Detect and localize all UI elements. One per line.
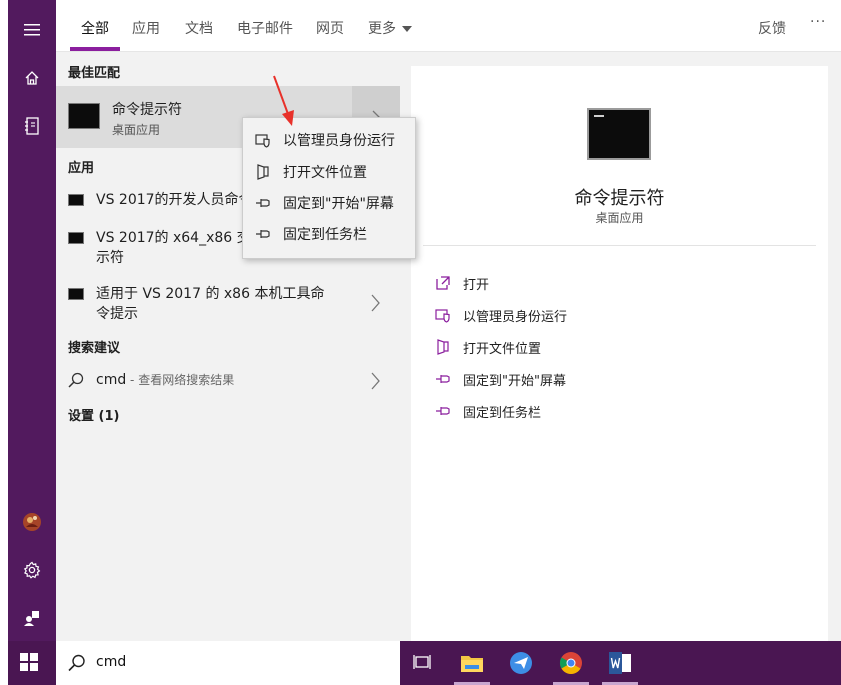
command-prompt-icon	[68, 103, 100, 129]
tab-web[interactable]: 网页	[316, 18, 344, 38]
best-match-title: 命令提示符	[112, 102, 182, 118]
mail-app-button[interactable]	[505, 647, 537, 679]
context-menu: 以管理员身份运行 打开文件位置 固定到"开始"屏幕 固定到任务栏	[242, 117, 416, 259]
suggestion-hint: - 查看网络搜索结果	[126, 373, 235, 387]
home-icon[interactable]	[8, 58, 56, 98]
pin-to-start-label: 固定到"开始"屏幕	[463, 373, 566, 389]
context-open-file-location[interactable]: 打开文件位置	[243, 157, 415, 187]
tab-apps[interactable]: 应用	[132, 18, 160, 38]
shield-icon	[435, 309, 450, 323]
pin-to-taskbar-action[interactable]: 固定到任务栏	[435, 401, 541, 421]
pin-icon	[436, 407, 450, 415]
annotation-arrow-icon	[273, 75, 294, 126]
run-as-admin-label: 以管理员身份运行	[463, 309, 568, 325]
best-match-subtitle: 桌面应用	[112, 123, 161, 137]
chevron-right-icon[interactable]	[368, 293, 382, 313]
best-match-header: 最佳匹配	[68, 66, 121, 81]
paper-plane-icon	[510, 652, 532, 674]
more-options-button[interactable]: ···	[810, 14, 826, 30]
search-suggestions-header: 搜索建议	[68, 341, 121, 356]
app-label: 适用于 VS 2017 的 x86 本机工具命令提示	[96, 286, 325, 322]
pin-icon	[255, 226, 271, 242]
hamburger-menu-icon[interactable]	[8, 10, 56, 50]
pin-to-taskbar-label: 固定到任务栏	[463, 405, 542, 421]
command-prompt-large-icon	[587, 108, 651, 160]
context-pin-to-taskbar[interactable]: 固定到任务栏	[243, 219, 415, 249]
taskbar-search-box[interactable]: cmd	[56, 641, 400, 685]
open-file-location-action[interactable]: 打开文件位置	[435, 337, 541, 357]
notebook-icon[interactable]	[8, 106, 56, 146]
apps-header: 应用	[68, 161, 95, 176]
command-prompt-icon	[68, 288, 84, 300]
open-file-location-label: 打开文件位置	[463, 341, 542, 357]
task-view-icon	[413, 655, 431, 669]
file-location-icon	[437, 339, 449, 355]
list-item[interactable]: 适用于 VS 2017 的 x86 本机工具命令提示	[56, 282, 400, 324]
context-pin-to-start-label: 固定到"开始"屏幕	[283, 196, 394, 212]
tab-email[interactable]: 电子邮件	[237, 18, 293, 38]
context-run-as-admin-label: 以管理员身份运行	[283, 133, 395, 149]
feedback-link[interactable]: 反馈	[758, 18, 786, 38]
tab-more-label: 更多	[368, 21, 396, 37]
search-input[interactable]: cmd	[96, 654, 126, 670]
preview-pane: 命令提示符 桌面应用 打开 以管理员身份运行 打开文件位置 固定到"开始"屏幕 …	[411, 66, 828, 641]
run-as-admin-action[interactable]: 以管理员身份运行	[435, 305, 567, 325]
web-suggestion-item[interactable]: cmd - 查看网络搜索结果	[56, 366, 400, 396]
taskbar: cmd	[8, 641, 841, 685]
shield-icon	[255, 132, 271, 148]
left-rail	[8, 0, 56, 641]
suggestion-query: cmd	[96, 372, 127, 388]
active-tab-indicator	[70, 47, 120, 51]
search-scope-tabs: 全部 应用 文档 电子邮件 网页 更多 反馈 ···	[56, 0, 841, 52]
suggestion-text: cmd - 查看网络搜索结果	[96, 371, 234, 388]
tab-documents[interactable]: 文档	[185, 18, 213, 38]
windows-logo-icon	[20, 653, 38, 671]
chevron-down-icon	[402, 26, 412, 32]
chrome-button[interactable]	[555, 647, 587, 679]
preview-title: 命令提示符	[574, 188, 665, 209]
preview-subtitle: 桌面应用	[595, 211, 644, 225]
context-pin-to-start[interactable]: 固定到"开始"屏幕	[243, 188, 415, 218]
pin-icon	[255, 195, 271, 211]
search-icon	[68, 654, 85, 672]
windows-start-button[interactable]	[20, 653, 38, 675]
folder-icon	[461, 656, 483, 672]
settings-header[interactable]: 设置 (1)	[68, 405, 119, 424]
open-action[interactable]: 打开	[435, 273, 489, 293]
task-view-button[interactable]	[407, 647, 439, 679]
command-prompt-icon	[68, 194, 84, 206]
pin-to-start-action[interactable]: 固定到"开始"屏幕	[435, 369, 566, 389]
context-open-file-location-label: 打开文件位置	[283, 165, 367, 181]
tab-more[interactable]: 更多	[368, 18, 412, 38]
pin-icon	[436, 375, 450, 383]
open-label: 打开	[463, 277, 490, 293]
command-prompt-icon	[68, 232, 84, 244]
user-feedback-icon[interactable]	[8, 598, 56, 638]
settings-gear-icon[interactable]	[8, 550, 56, 590]
word-icon	[609, 652, 631, 674]
file-explorer-button[interactable]	[456, 647, 488, 679]
search-icon	[68, 372, 84, 388]
context-pin-to-taskbar-label: 固定到任务栏	[283, 227, 367, 243]
chevron-right-icon[interactable]	[368, 371, 382, 391]
divider	[423, 245, 816, 246]
chrome-icon	[560, 652, 582, 674]
avatar[interactable]	[8, 502, 56, 542]
open-icon	[436, 276, 450, 290]
word-button[interactable]	[604, 647, 636, 679]
tab-all[interactable]: 全部	[81, 18, 109, 38]
file-location-icon	[255, 164, 271, 180]
